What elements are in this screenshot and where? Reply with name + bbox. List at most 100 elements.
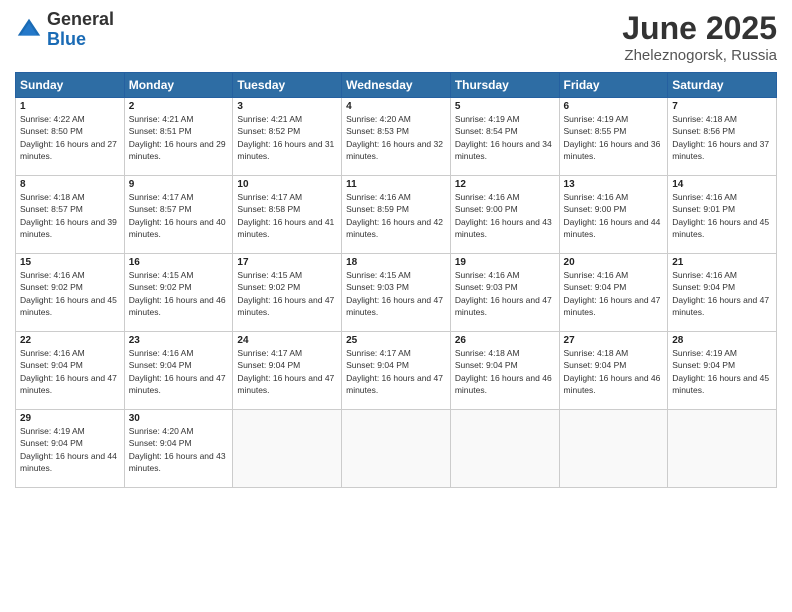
weekday-header-tuesday: Tuesday bbox=[233, 73, 342, 98]
calendar-cell: 30Sunrise: 4:20 AMSunset: 9:04 PMDayligh… bbox=[124, 410, 233, 488]
calendar-cell: 27Sunrise: 4:18 AMSunset: 9:04 PMDayligh… bbox=[559, 332, 668, 410]
day-number: 25 bbox=[346, 335, 446, 346]
week-row-1: 1Sunrise: 4:22 AMSunset: 8:50 PMDaylight… bbox=[16, 98, 777, 176]
day-number: 11 bbox=[346, 179, 446, 190]
day-number: 10 bbox=[237, 179, 337, 190]
day-info: Sunrise: 4:17 AMSunset: 8:57 PMDaylight:… bbox=[129, 191, 229, 240]
day-info: Sunrise: 4:18 AMSunset: 9:04 PMDaylight:… bbox=[455, 347, 555, 396]
day-number: 26 bbox=[455, 335, 555, 346]
weekday-header-monday: Monday bbox=[124, 73, 233, 98]
day-number: 29 bbox=[20, 413, 120, 424]
calendar-cell: 24Sunrise: 4:17 AMSunset: 9:04 PMDayligh… bbox=[233, 332, 342, 410]
calendar-cell bbox=[233, 410, 342, 488]
weekday-header-friday: Friday bbox=[559, 73, 668, 98]
weekday-header-thursday: Thursday bbox=[450, 73, 559, 98]
day-info: Sunrise: 4:16 AMSunset: 9:04 PMDaylight:… bbox=[672, 269, 772, 318]
calendar-cell: 29Sunrise: 4:19 AMSunset: 9:04 PMDayligh… bbox=[16, 410, 125, 488]
logo-general-text: General bbox=[47, 10, 114, 30]
day-number: 19 bbox=[455, 257, 555, 268]
day-info: Sunrise: 4:18 AMSunset: 8:57 PMDaylight:… bbox=[20, 191, 120, 240]
day-info: Sunrise: 4:17 AMSunset: 9:04 PMDaylight:… bbox=[237, 347, 337, 396]
day-number: 16 bbox=[129, 257, 229, 268]
weekday-header-saturday: Saturday bbox=[668, 73, 777, 98]
day-number: 20 bbox=[564, 257, 664, 268]
day-number: 4 bbox=[346, 101, 446, 112]
day-info: Sunrise: 4:19 AMSunset: 9:04 PMDaylight:… bbox=[672, 347, 772, 396]
day-info: Sunrise: 4:16 AMSunset: 8:59 PMDaylight:… bbox=[346, 191, 446, 240]
day-info: Sunrise: 4:16 AMSunset: 9:01 PMDaylight:… bbox=[672, 191, 772, 240]
calendar-cell: 12Sunrise: 4:16 AMSunset: 9:00 PMDayligh… bbox=[450, 176, 559, 254]
calendar-cell: 9Sunrise: 4:17 AMSunset: 8:57 PMDaylight… bbox=[124, 176, 233, 254]
calendar-cell: 13Sunrise: 4:16 AMSunset: 9:00 PMDayligh… bbox=[559, 176, 668, 254]
day-info: Sunrise: 4:17 AMSunset: 9:04 PMDaylight:… bbox=[346, 347, 446, 396]
page: General Blue June 2025 Zheleznogorsk, Ru… bbox=[0, 0, 792, 612]
day-info: Sunrise: 4:16 AMSunset: 9:04 PMDaylight:… bbox=[564, 269, 664, 318]
day-number: 30 bbox=[129, 413, 229, 424]
day-info: Sunrise: 4:18 AMSunset: 8:56 PMDaylight:… bbox=[672, 113, 772, 162]
calendar-cell: 11Sunrise: 4:16 AMSunset: 8:59 PMDayligh… bbox=[342, 176, 451, 254]
day-info: Sunrise: 4:16 AMSunset: 9:00 PMDaylight:… bbox=[564, 191, 664, 240]
day-info: Sunrise: 4:19 AMSunset: 9:04 PMDaylight:… bbox=[20, 425, 120, 474]
header: General Blue June 2025 Zheleznogorsk, Ru… bbox=[15, 10, 777, 64]
calendar-cell: 25Sunrise: 4:17 AMSunset: 9:04 PMDayligh… bbox=[342, 332, 451, 410]
day-number: 8 bbox=[20, 179, 120, 190]
week-row-5: 29Sunrise: 4:19 AMSunset: 9:04 PMDayligh… bbox=[16, 410, 777, 488]
day-number: 28 bbox=[672, 335, 772, 346]
logo: General Blue bbox=[15, 10, 114, 50]
calendar: SundayMondayTuesdayWednesdayThursdayFrid… bbox=[15, 72, 777, 488]
weekday-header-wednesday: Wednesday bbox=[342, 73, 451, 98]
logo-blue-text: Blue bbox=[47, 30, 114, 50]
calendar-cell bbox=[668, 410, 777, 488]
day-info: Sunrise: 4:15 AMSunset: 9:02 PMDaylight:… bbox=[237, 269, 337, 318]
day-info: Sunrise: 4:21 AMSunset: 8:52 PMDaylight:… bbox=[237, 113, 337, 162]
day-number: 15 bbox=[20, 257, 120, 268]
day-info: Sunrise: 4:16 AMSunset: 9:04 PMDaylight:… bbox=[129, 347, 229, 396]
calendar-cell bbox=[450, 410, 559, 488]
week-row-2: 8Sunrise: 4:18 AMSunset: 8:57 PMDaylight… bbox=[16, 176, 777, 254]
day-number: 7 bbox=[672, 101, 772, 112]
calendar-cell: 3Sunrise: 4:21 AMSunset: 8:52 PMDaylight… bbox=[233, 98, 342, 176]
calendar-cell bbox=[342, 410, 451, 488]
calendar-cell: 7Sunrise: 4:18 AMSunset: 8:56 PMDaylight… bbox=[668, 98, 777, 176]
day-number: 22 bbox=[20, 335, 120, 346]
week-row-3: 15Sunrise: 4:16 AMSunset: 9:02 PMDayligh… bbox=[16, 254, 777, 332]
day-info: Sunrise: 4:19 AMSunset: 8:54 PMDaylight:… bbox=[455, 113, 555, 162]
day-number: 21 bbox=[672, 257, 772, 268]
day-number: 5 bbox=[455, 101, 555, 112]
calendar-cell: 26Sunrise: 4:18 AMSunset: 9:04 PMDayligh… bbox=[450, 332, 559, 410]
day-number: 24 bbox=[237, 335, 337, 346]
day-info: Sunrise: 4:16 AMSunset: 9:00 PMDaylight:… bbox=[455, 191, 555, 240]
calendar-cell: 14Sunrise: 4:16 AMSunset: 9:01 PMDayligh… bbox=[668, 176, 777, 254]
day-number: 17 bbox=[237, 257, 337, 268]
weekday-header-row: SundayMondayTuesdayWednesdayThursdayFrid… bbox=[16, 73, 777, 98]
day-info: Sunrise: 4:16 AMSunset: 9:03 PMDaylight:… bbox=[455, 269, 555, 318]
calendar-cell: 21Sunrise: 4:16 AMSunset: 9:04 PMDayligh… bbox=[668, 254, 777, 332]
calendar-cell: 6Sunrise: 4:19 AMSunset: 8:55 PMDaylight… bbox=[559, 98, 668, 176]
logo-text: General Blue bbox=[47, 10, 114, 50]
logo-icon bbox=[15, 16, 43, 44]
calendar-cell: 17Sunrise: 4:15 AMSunset: 9:02 PMDayligh… bbox=[233, 254, 342, 332]
calendar-cell bbox=[559, 410, 668, 488]
day-number: 1 bbox=[20, 101, 120, 112]
calendar-cell: 18Sunrise: 4:15 AMSunset: 9:03 PMDayligh… bbox=[342, 254, 451, 332]
day-info: Sunrise: 4:21 AMSunset: 8:51 PMDaylight:… bbox=[129, 113, 229, 162]
day-number: 18 bbox=[346, 257, 446, 268]
calendar-cell: 10Sunrise: 4:17 AMSunset: 8:58 PMDayligh… bbox=[233, 176, 342, 254]
calendar-cell: 28Sunrise: 4:19 AMSunset: 9:04 PMDayligh… bbox=[668, 332, 777, 410]
day-info: Sunrise: 4:15 AMSunset: 9:03 PMDaylight:… bbox=[346, 269, 446, 318]
day-info: Sunrise: 4:19 AMSunset: 8:55 PMDaylight:… bbox=[564, 113, 664, 162]
day-number: 12 bbox=[455, 179, 555, 190]
calendar-cell: 23Sunrise: 4:16 AMSunset: 9:04 PMDayligh… bbox=[124, 332, 233, 410]
calendar-cell: 16Sunrise: 4:15 AMSunset: 9:02 PMDayligh… bbox=[124, 254, 233, 332]
day-info: Sunrise: 4:20 AMSunset: 9:04 PMDaylight:… bbox=[129, 425, 229, 474]
calendar-cell: 2Sunrise: 4:21 AMSunset: 8:51 PMDaylight… bbox=[124, 98, 233, 176]
day-number: 27 bbox=[564, 335, 664, 346]
title-block: June 2025 Zheleznogorsk, Russia bbox=[622, 10, 777, 64]
day-info: Sunrise: 4:16 AMSunset: 9:02 PMDaylight:… bbox=[20, 269, 120, 318]
month-title: June 2025 bbox=[622, 10, 777, 47]
day-number: 6 bbox=[564, 101, 664, 112]
calendar-cell: 22Sunrise: 4:16 AMSunset: 9:04 PMDayligh… bbox=[16, 332, 125, 410]
calendar-cell: 19Sunrise: 4:16 AMSunset: 9:03 PMDayligh… bbox=[450, 254, 559, 332]
week-row-4: 22 Sunrise: 4:16 AMSunset: 9:04 PMDayligh… bbox=[16, 332, 777, 410]
calendar-cell: 8Sunrise: 4:18 AMSunset: 8:57 PMDaylight… bbox=[16, 176, 125, 254]
